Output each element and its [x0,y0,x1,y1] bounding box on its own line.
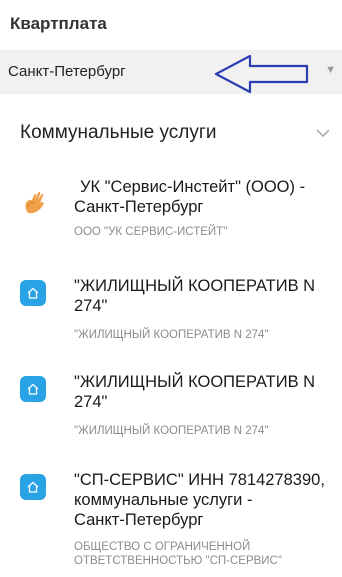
list-item[interactable]: УК "Сервис-Инстейт" (ООО) - Санкт-Петерб… [0,175,342,255]
chevron-down-icon[interactable] [316,128,330,138]
house-icon [20,280,46,306]
list-item[interactable]: "ЖИЛИЩНЫЙ КООПЕРАТИВ N 274" "ЖИЛИЩНЫЙ КО… [0,364,342,454]
house-icon [20,376,46,402]
list-item[interactable]: "ЖИЛИЩНЫЙ КООПЕРАТИВ N 274" "ЖИЛИЩНЫЙ КО… [0,268,342,358]
item-title: "ЖИЛИЩНЫЙ КООПЕРАТИВ N 274" [74,277,316,315]
arrow-left-icon [214,54,309,94]
item-subtitle: "ЖИЛИЩНЫЙ КООПЕРАТИВ N 274" [74,425,269,437]
item-title: УК "Сервис-Инстейт" (ООО) - Санкт-Петерб… [74,178,306,216]
section-title-utilities: Коммунальные услуги [20,122,217,143]
chevron-down-icon: ▼ [325,64,336,76]
page-title: Квартплата [10,14,107,33]
item-subtitle: ОБЩЕСТВО С ОГРАНИЧЕННОЙ ОТВЕТСТВЕННОСТЬЮ… [74,541,282,567]
item-subtitle: ООО "УК СЕРВИС-ИСТЕЙТ" [74,226,228,238]
item-title: "ЖИЛИЩНЫЙ КООПЕРАТИВ N 274" [74,373,316,411]
list-item[interactable]: "СП-СЕРВИС" ИНН 7814278390, коммунальные… [0,462,342,577]
region-select-value: Санкт-Петербург [8,63,126,80]
item-title: "СП-СЕРВИС" ИНН 7814278390, коммунальные… [74,471,325,529]
house-icon [20,474,46,500]
item-subtitle: "ЖИЛИЩНЫЙ КООПЕРАТИВ N 274" [74,329,269,341]
hand-logo-icon [25,191,44,214]
